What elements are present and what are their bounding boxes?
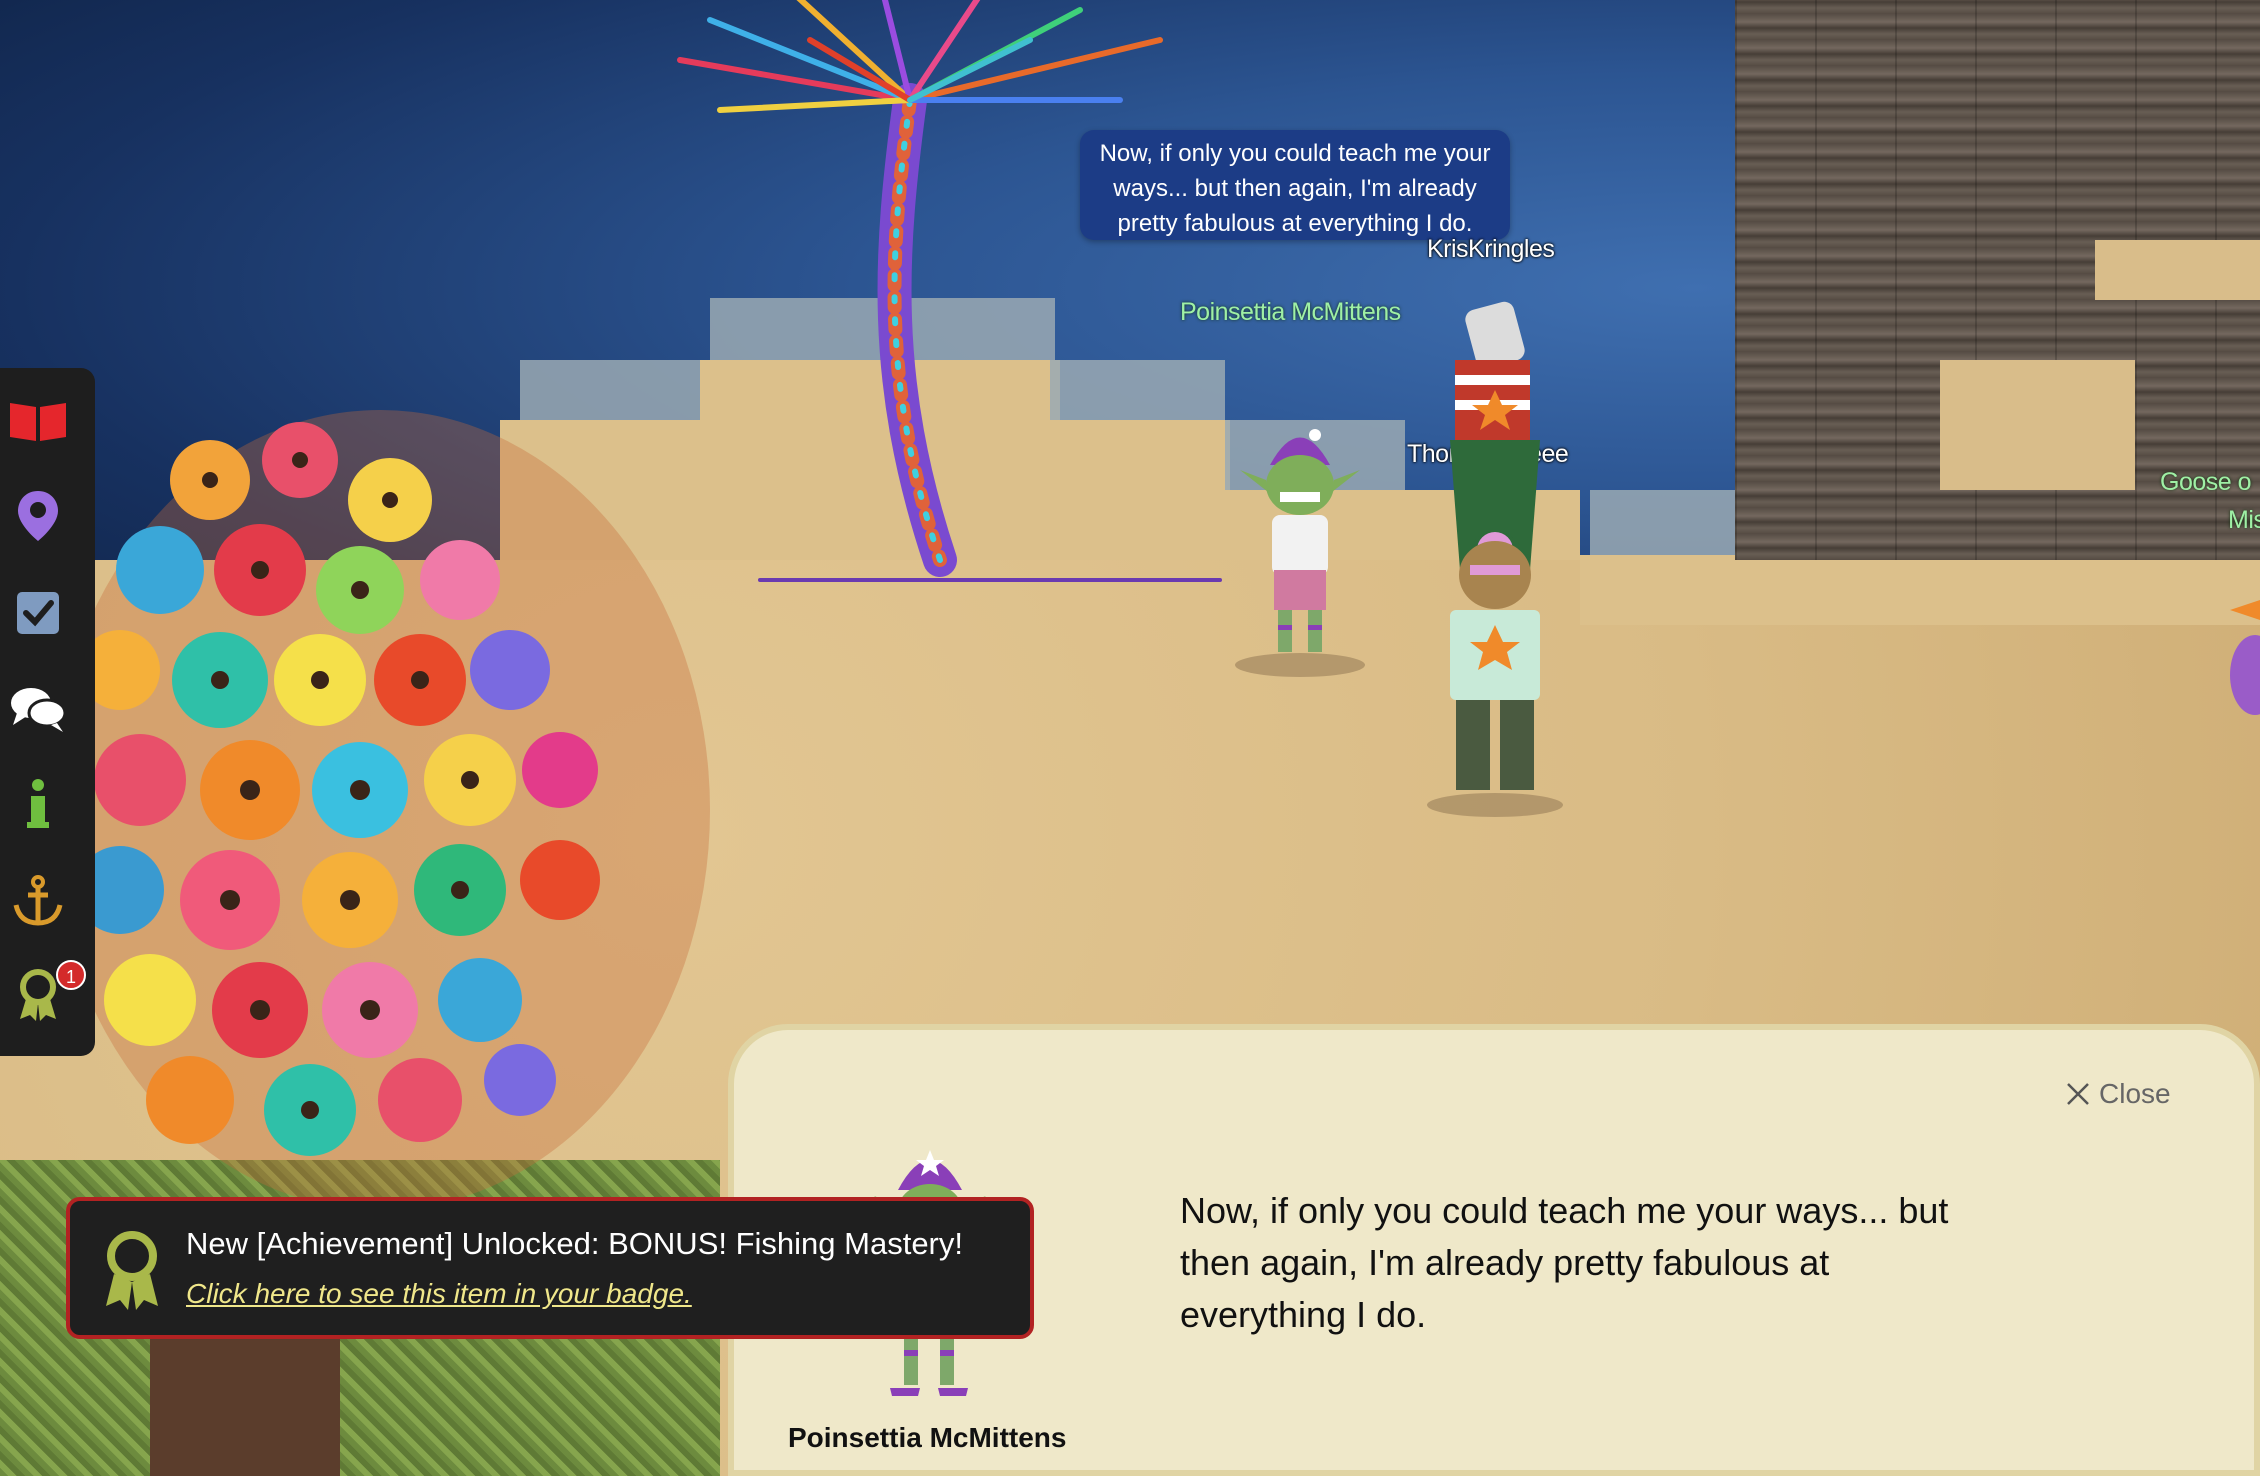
npc-name-poinsettia[interactable]: Poinsettia McMittens: [1180, 298, 1401, 327]
achievement-badge-icon: [106, 1231, 158, 1310]
map-pin-icon: [17, 490, 58, 541]
book-icon: [9, 402, 66, 441]
dialog-line: then again, I'm already pretty fabulous …: [1180, 1242, 1830, 1283]
sand-tile: [1580, 555, 2260, 625]
dialog-text: Now, if only you could teach me your way…: [1180, 1185, 1980, 1341]
dialog-line: Now, if only you could teach me your way…: [1180, 1190, 1949, 1231]
close-icon: [2067, 1083, 2089, 1105]
sidebar-menu: [0, 368, 95, 1056]
badge-notification-count: 1: [56, 960, 86, 990]
sidebar-item-anchor[interactable]: [0, 863, 75, 938]
sidebar-item-map[interactable]: [0, 478, 75, 553]
player-character-goose[interactable]: [2225, 600, 2260, 720]
elf-character-poinsettia[interactable]: [1230, 410, 1370, 680]
sidebar-item-chat[interactable]: [0, 671, 75, 746]
badge-link[interactable]: Click here to see this item in your badg…: [186, 1278, 692, 1310]
flower-tree: [60, 410, 710, 1210]
sidebar-item-objectives[interactable]: [0, 575, 75, 650]
close-label: Close: [2099, 1078, 2171, 1109]
achievement-title: New [Achievement] Unlocked: BONUS! Fishi…: [186, 1226, 963, 1261]
player-name-goose[interactable]: Goose o: [2160, 468, 2252, 497]
anchor-icon: [13, 874, 62, 926]
chat-icon: [10, 687, 66, 732]
checklist-icon: [16, 591, 59, 634]
player-character-thomasmeeee[interactable]: [1420, 480, 1570, 820]
dialog-line: everything I do.: [1180, 1294, 1427, 1335]
close-button[interactable]: Close: [2065, 1078, 2171, 1110]
sidebar-item-book[interactable]: [0, 383, 75, 458]
speaker-name: Poinsettia McMittens: [788, 1422, 1067, 1453]
game-scene[interactable]: Now, if only you could teach me your way…: [0, 0, 2260, 1476]
speech-bubble: Now, if only you could teach me your way…: [1080, 130, 1510, 240]
sand-tile: [2095, 240, 2260, 300]
achievement-toast[interactable]: [66, 1197, 1034, 1339]
sand-tile: [1940, 360, 2135, 490]
sidebar-item-info[interactable]: [0, 766, 75, 841]
info-icon: [26, 778, 49, 828]
player-name-kriskringles[interactable]: KrisKringles: [1427, 235, 1555, 264]
badge-icon: [19, 968, 56, 1021]
player-name-goose-line2[interactable]: Mis: [2228, 506, 2260, 535]
